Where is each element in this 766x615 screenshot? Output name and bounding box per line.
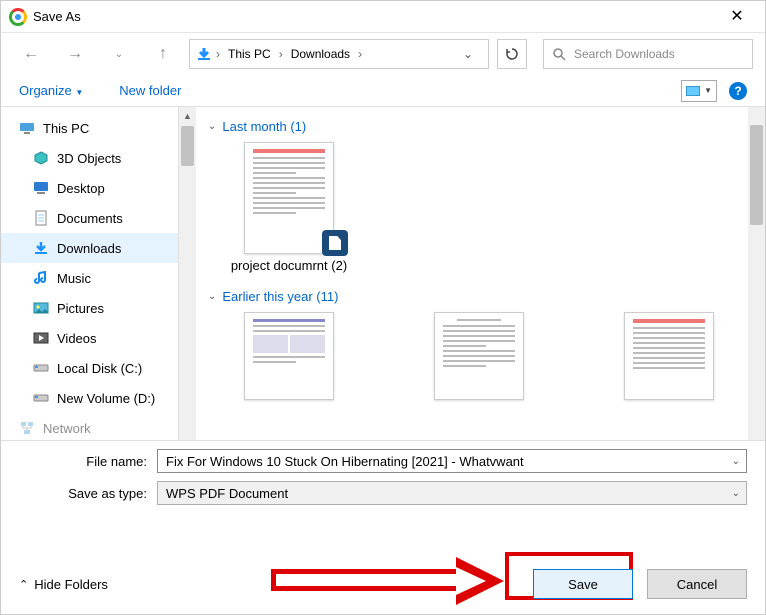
save-button[interactable]: Save — [533, 569, 633, 599]
pictures-icon — [33, 300, 49, 316]
refresh-button[interactable] — [497, 39, 527, 69]
chevron-down-icon: ⌄ — [208, 291, 216, 302]
chevron-right-icon: › — [358, 47, 362, 61]
scroll-thumb[interactable] — [181, 126, 194, 166]
sidebar-item-pictures[interactable]: Pictures — [1, 293, 178, 323]
chevron-down-icon[interactable]: ⌄ — [732, 488, 740, 499]
sidebar-item-label: 3D Objects — [57, 151, 121, 166]
group-label: Last month (1) — [222, 119, 306, 134]
up-button[interactable]: ↑ — [145, 38, 181, 70]
toolbar: Organize ▼ New folder ▼ ? — [1, 75, 765, 107]
3d-icon — [33, 150, 49, 166]
sidebar-item-this-pc[interactable]: This PC — [1, 113, 178, 143]
view-toggle[interactable]: ▼ — [681, 80, 717, 102]
sidebar-item-network[interactable]: Network — [1, 413, 178, 440]
body: This PC 3D Objects Desktop Documents Dow… — [1, 107, 765, 441]
sidebar-item-desktop[interactable]: Desktop — [1, 173, 178, 203]
search-input[interactable]: Search Downloads — [543, 39, 753, 69]
chevron-down-icon[interactable]: ⌄ — [732, 456, 740, 467]
sidebar-scrollbar[interactable]: ▲ — [179, 107, 196, 440]
downloads-icon — [33, 240, 49, 256]
network-icon — [19, 420, 35, 436]
chevron-up-icon: ⌃ — [19, 578, 28, 591]
pc-icon — [19, 120, 35, 136]
pdf-badge-icon — [322, 230, 348, 256]
help-icon[interactable]: ? — [729, 82, 747, 100]
documents-icon — [33, 210, 49, 226]
organize-button[interactable]: Organize ▼ — [19, 83, 83, 98]
sidebar-item-3d-objects[interactable]: 3D Objects — [1, 143, 178, 173]
sidebar-item-label: This PC — [43, 121, 89, 136]
back-button[interactable]: ← — [13, 38, 49, 70]
chevron-down-icon: ⌄ — [208, 121, 216, 132]
chrome-icon — [9, 8, 27, 26]
document-thumbnail — [244, 312, 334, 400]
filename-label: File name: — [19, 454, 157, 469]
chevron-right-icon: › — [279, 47, 283, 61]
crumb-this-pc[interactable]: This PC — [224, 47, 275, 61]
file-item[interactable] — [214, 312, 364, 404]
sidebar-item-local-disk-c[interactable]: Local Disk (C:) — [1, 353, 178, 383]
sidebar-item-label: Local Disk (C:) — [57, 361, 142, 376]
filename-field[interactable]: Fix For Windows 10 Stuck On Hibernating … — [157, 449, 747, 473]
search-icon — [552, 47, 566, 61]
crumb-downloads[interactable]: Downloads — [287, 47, 354, 61]
close-icon[interactable]: ✕ — [717, 1, 757, 33]
new-folder-button[interactable]: New folder — [119, 83, 181, 98]
footer: ⌃ Hide Folders Save Cancel — [1, 554, 765, 614]
sidebar-item-videos[interactable]: Videos — [1, 323, 178, 353]
forward-button[interactable]: → — [57, 38, 93, 70]
file-item[interactable] — [404, 312, 554, 404]
group-label: Earlier this year (11) — [222, 289, 338, 304]
group-last-month[interactable]: ⌄ Last month (1) — [208, 119, 755, 134]
sidebar-item-label: Pictures — [57, 301, 104, 316]
file-item[interactable]: project documrnt (2) — [214, 142, 364, 273]
group-earlier-this-year[interactable]: ⌄ Earlier this year (11) — [208, 289, 755, 304]
file-item[interactable] — [594, 312, 744, 404]
hide-folders-button[interactable]: ⌃ Hide Folders — [19, 577, 108, 592]
disk-icon — [33, 390, 49, 406]
sidebar-item-label: New Volume (D:) — [57, 391, 155, 406]
window-title: Save As — [33, 9, 81, 24]
chevron-right-icon: › — [216, 47, 220, 61]
recent-button[interactable]: ⌄ — [101, 38, 137, 70]
scroll-up-icon[interactable]: ▲ — [179, 107, 196, 124]
document-thumbnail — [244, 142, 334, 254]
hide-folders-label: Hide Folders — [34, 577, 108, 592]
sidebar-item-label: Network — [43, 421, 91, 436]
videos-icon — [33, 330, 49, 346]
breadcrumb[interactable]: › This PC › Downloads › ⌄ — [189, 39, 489, 69]
filename-value: Fix For Windows 10 Stuck On Hibernating … — [166, 454, 524, 469]
cancel-button[interactable]: Cancel — [647, 569, 747, 599]
desktop-icon — [33, 180, 49, 196]
breadcrumb-dropdown[interactable]: ⌄ — [454, 47, 482, 61]
sidebar-item-music[interactable]: Music — [1, 263, 178, 293]
content-pane: ⌄ Last month (1) project documrnt (2) ⌄ … — [196, 107, 765, 440]
nav-row: ← → ⌄ ↑ › This PC › Downloads › ⌄ Search… — [1, 33, 765, 75]
music-icon — [33, 270, 49, 286]
search-placeholder: Search Downloads — [574, 47, 675, 61]
document-thumbnail — [434, 312, 524, 400]
downloads-icon — [196, 46, 212, 62]
disk-icon — [33, 360, 49, 376]
savetype-value: WPS PDF Document — [166, 486, 288, 501]
sidebar-item-label: Desktop — [57, 181, 105, 196]
titlebar: Save As ✕ — [1, 1, 765, 33]
thumbnail-view-icon — [686, 86, 700, 96]
sidebar-item-documents[interactable]: Documents — [1, 203, 178, 233]
sidebar-item-label: Documents — [57, 211, 123, 226]
content-scrollbar[interactable] — [748, 107, 765, 440]
savetype-label: Save as type: — [19, 486, 157, 501]
sidebar-item-downloads[interactable]: Downloads — [1, 233, 178, 263]
form: File name: Fix For Windows 10 Stuck On H… — [1, 441, 765, 519]
sidebar-item-label: Videos — [57, 331, 97, 346]
sidebar-item-label: Downloads — [57, 241, 121, 256]
sidebar-item-new-volume-d[interactable]: New Volume (D:) — [1, 383, 178, 413]
scroll-thumb[interactable] — [750, 125, 763, 225]
file-label: project documrnt (2) — [231, 258, 347, 273]
savetype-field[interactable]: WPS PDF Document ⌄ — [157, 481, 747, 505]
document-thumbnail — [624, 312, 714, 400]
sidebar: This PC 3D Objects Desktop Documents Dow… — [1, 107, 179, 440]
sidebar-item-label: Music — [57, 271, 91, 286]
